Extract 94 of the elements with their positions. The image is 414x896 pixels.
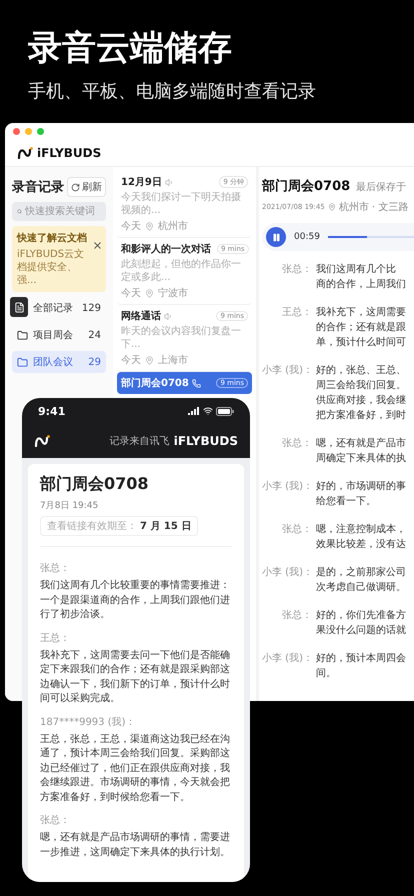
folder-item[interactable]: 团队会议 29 <box>12 351 106 374</box>
location-icon <box>145 356 154 365</box>
brand-name: iFLYBUDS <box>37 146 102 160</box>
close-dot[interactable] <box>13 128 20 135</box>
banner-text: iFLYBUDS云文档提供安全、强... <box>17 248 86 288</box>
location-icon <box>145 288 154 298</box>
record-snippet: 此刻想起，但他的作品你一定或多此... <box>121 258 242 284</box>
folder-icon <box>17 330 28 341</box>
transcript-line: 供应商对接，我会继 <box>316 394 406 408</box>
sidebar-title: 录音记录 <box>12 178 64 196</box>
transcript-line: 好的，张总、王总、 <box>316 364 406 378</box>
transcript-line: 的合作；还有就是跟 <box>316 320 406 336</box>
record-day: 今天 <box>121 219 141 234</box>
play-time: 00:59 <box>294 232 320 242</box>
close-icon <box>92 240 103 252</box>
speaker-name: 小李 (我)： <box>262 480 312 494</box>
close-button[interactable] <box>92 240 103 252</box>
expiry-date: 7 月 15 日 <box>140 520 192 533</box>
speaker-name: 187****9993 (我)： <box>40 716 137 728</box>
transcript-line: 我补充下，这周需要 <box>316 306 406 320</box>
refresh-icon <box>71 182 80 192</box>
phone-date: 7月8日 19:45 <box>40 500 100 512</box>
record-day: 今天 <box>121 353 141 368</box>
transcript-line: 嗯，还有就是产品市 <box>316 436 406 452</box>
expiry-label: 查看链接有效期至： <box>47 520 137 533</box>
record-snippet: 今天我们探讨一下明天拍摄视频的... <box>121 191 242 218</box>
transcript-line: 好的，预计本周四会 <box>316 652 406 666</box>
speaker-name: 张总： <box>281 608 312 624</box>
record-city: 上海市 <box>158 354 188 368</box>
transcript-line: 周确定下来具体的执 <box>316 452 406 466</box>
transcript-text: 嗯，还有就是产品市场调研的事情，需要进一步推进，这周确定下来具体的执行计划。 <box>40 831 231 860</box>
detail-place: 杭州市 · 文三路 <box>338 200 408 214</box>
phone-title: 部门周会0708 <box>40 474 150 495</box>
speaker-name: 张总： <box>281 262 312 278</box>
transcript-line: 果没什么问题的话就 <box>316 624 406 638</box>
detail-title: 部门周会0708 <box>262 178 350 196</box>
pause-icon <box>272 232 280 242</box>
minimize-dot[interactable] <box>25 128 32 135</box>
speaker-name: 张总： <box>281 436 312 452</box>
saved-note: 最后保存于 <box>356 180 406 194</box>
status-time: 9:41 <box>38 404 66 418</box>
folder-icon <box>17 356 28 368</box>
transcript-line: 把方案准备好，到时 <box>316 408 406 424</box>
transcript-line: 周三会给我们回复。 <box>316 378 406 394</box>
speaker-name: 小李 (我)： <box>262 652 312 666</box>
transcript-text: 王总，张总，王总，渠道商这边我已经在沟通了，预计本周三会给我们回复。采购部这边已经催过了，他们正在跟供应商对接，我会继续跟进。市场调研的事情，今天就会把方案准备好，到时候给您看一下。 <box>40 732 231 804</box>
refresh-button[interactable]: 刷新 <box>67 177 106 198</box>
speaker-name: 张总： <box>40 814 71 827</box>
transcript-line: 好的，市场调研的事 <box>316 480 406 494</box>
transcript-line: 间。 <box>316 667 337 682</box>
transcript-line: 是的，之前那家公司 <box>316 566 406 580</box>
record-city: 宁波市 <box>158 286 188 300</box>
brand-name: iFLYBUDS <box>174 434 238 448</box>
hero-subtitle: 手机、平板、电脑多端随时查看记录 <box>28 80 317 104</box>
transcript-text: 我们这周有几个比较重要的事情需要推进：一个是跟渠道商的合作，上周我们跟他们进行了初步洽谈。 <box>40 579 231 622</box>
speaker-name: 王总： <box>281 306 312 320</box>
transcript-line: 我们这周有几个比 <box>316 262 397 278</box>
location-icon <box>145 222 154 231</box>
location-icon <box>328 203 336 212</box>
speaker-name: 张总： <box>40 562 71 575</box>
search-icon <box>17 207 22 216</box>
zoom-dot[interactable] <box>37 128 44 135</box>
document-icon <box>14 302 24 313</box>
speaker-name: 王总： <box>40 632 71 644</box>
banner-title: 快速了解云文档 <box>17 232 88 246</box>
transcript-line: 效果比较差，没有达 <box>316 538 406 552</box>
folder-item[interactable]: 全部记录 129 <box>12 297 106 320</box>
signal-icon <box>188 407 200 415</box>
speaker-icon <box>164 312 173 321</box>
source-label: 记录来自讯飞 <box>110 434 170 448</box>
battery-icon <box>216 406 234 416</box>
transcript-line: 给您看一下。 <box>316 494 377 510</box>
progress-track[interactable] <box>328 236 414 238</box>
speaker-name: 张总： <box>281 522 312 538</box>
logo-icon <box>34 435 50 447</box>
wifi-icon <box>203 406 213 416</box>
record-snippet: 昨天的会议内容我们复盘一下... <box>121 325 242 352</box>
phone-icon <box>192 378 201 388</box>
hero-title: 录音云端储存 <box>28 30 233 68</box>
pause-button[interactable] <box>266 227 286 248</box>
transcript-line: 单，预计什么时间可 <box>316 336 406 350</box>
transcript-line: 嗯，注意控制成本， <box>316 522 406 538</box>
folder-item[interactable]: 项目周会 24 <box>12 324 106 346</box>
speaker-name: 小李 (我)： <box>262 566 312 580</box>
logo-icon <box>17 146 33 159</box>
transcript-line: 好的，你们先准备方 <box>316 608 406 624</box>
note-icon[interactable] <box>10 297 28 318</box>
transcript-text: 我补充下，这周需要去问一下他们是否能确定下来跟我们的合作；还有就是跟采购部这边确认一下，我们新下的订单，预计什么时间可以采购完成。 <box>40 648 231 706</box>
transcript-line: 商的合作，上周我们 <box>316 278 406 292</box>
speaker-name: 小李 (我)： <box>262 364 312 378</box>
transcript-line: 次考虑自己做调研。 <box>316 580 406 596</box>
speaker-icon <box>164 178 174 187</box>
record-city: 杭州市 <box>158 220 188 234</box>
record-day: 今天 <box>121 286 141 300</box>
